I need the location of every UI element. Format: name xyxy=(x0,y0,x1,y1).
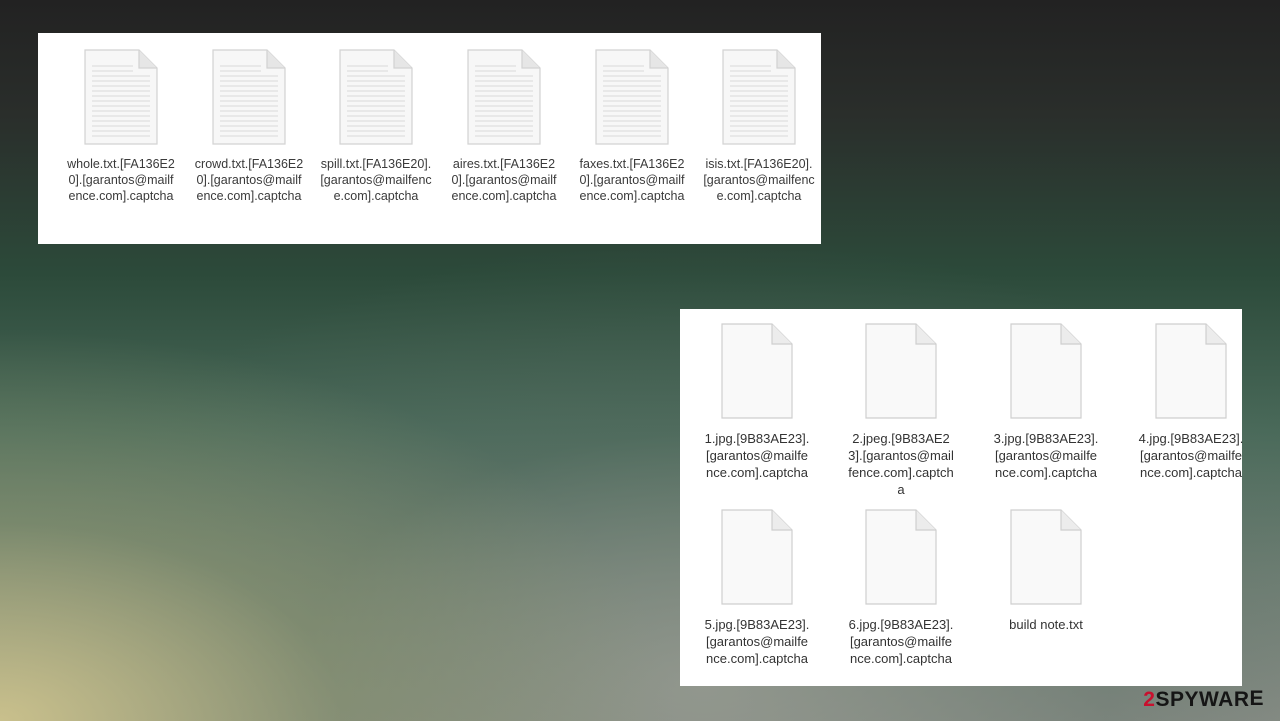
file-item[interactable]: 5.jpg.[9B83AE23].[garantos@mailfence.com… xyxy=(688,508,826,667)
file-item[interactable]: spill.txt.[FA136E20].[garantos@mailfence… xyxy=(312,48,440,204)
file-name: 2.jpeg.[9B83AE23].[garantos@mailfence.co… xyxy=(848,431,954,497)
blank-file-icon xyxy=(721,323,793,419)
file-name: whole.txt.[FA136E20].[garantos@mailfence… xyxy=(67,157,175,203)
file-name: crowd.txt.[FA136E20].[garantos@mailfence… xyxy=(194,157,304,203)
blank-file-icon xyxy=(865,509,937,605)
blank-file-icon xyxy=(721,509,793,605)
text-document-icon xyxy=(722,49,796,145)
blank-file-icon xyxy=(1010,509,1082,605)
file-item[interactable]: build note.txt xyxy=(977,508,1115,633)
blank-file-icon xyxy=(1010,323,1082,419)
blank-file-icon xyxy=(865,323,937,419)
watermark-logo: 2SPYWARE xyxy=(1143,687,1264,712)
blank-file-icon xyxy=(1155,323,1227,419)
file-item[interactable]: faxes.txt.[FA136E20].[garantos@mailfence… xyxy=(568,48,696,204)
watermark-digit: 2 xyxy=(1143,688,1156,711)
text-document-icon xyxy=(84,49,158,145)
file-name: 5.jpg.[9B83AE23].[garantos@mailfence.com… xyxy=(704,617,810,666)
encrypted-files-panel-bottom: 1.jpg.[9B83AE23].[garantos@mailfence.com… xyxy=(680,309,1243,686)
file-name: aires.txt.[FA136E20].[garantos@mailfence… xyxy=(451,157,557,203)
file-name: build note.txt xyxy=(1009,617,1083,632)
file-name: 3.jpg.[9B83AE23].[garantos@mailfence.com… xyxy=(993,431,1099,480)
text-document-icon xyxy=(339,49,413,145)
file-item[interactable]: 1.jpg.[9B83AE23].[garantos@mailfence.com… xyxy=(688,322,826,481)
file-item[interactable]: whole.txt.[FA136E20].[garantos@mailfence… xyxy=(57,48,185,204)
file-item[interactable]: 4.jpg.[9B83AE23].[garantos@mailfence.com… xyxy=(1122,322,1260,481)
file-name: faxes.txt.[FA136E20].[garantos@mailfence… xyxy=(579,157,685,203)
file-item[interactable]: 3.jpg.[9B83AE23].[garantos@mailfence.com… xyxy=(977,322,1115,481)
watermark-text: SPYWAR xyxy=(1155,688,1250,711)
watermark-suffix: E xyxy=(1249,687,1264,710)
text-document-icon xyxy=(467,49,541,145)
file-name: 6.jpg.[9B83AE23].[garantos@mailfence.com… xyxy=(848,617,954,666)
file-item[interactable]: crowd.txt.[FA136E20].[garantos@mailfence… xyxy=(185,48,313,204)
file-name: 4.jpg.[9B83AE23].[garantos@mailfence.com… xyxy=(1138,431,1244,480)
text-document-icon xyxy=(212,49,286,145)
file-item[interactable]: aires.txt.[FA136E20].[garantos@mailfence… xyxy=(440,48,568,204)
file-name: isis.txt.[FA136E20].[garantos@mailfence.… xyxy=(703,157,815,203)
text-document-icon xyxy=(595,49,669,145)
file-name: 1.jpg.[9B83AE23].[garantos@mailfence.com… xyxy=(704,431,810,480)
file-item[interactable]: 2.jpeg.[9B83AE23].[garantos@mailfence.co… xyxy=(832,322,970,498)
file-name: spill.txt.[FA136E20].[garantos@mailfence… xyxy=(320,157,432,203)
file-item[interactable]: 6.jpg.[9B83AE23].[garantos@mailfence.com… xyxy=(832,508,970,667)
file-item[interactable]: isis.txt.[FA136E20].[garantos@mailfence.… xyxy=(695,48,823,204)
encrypted-files-panel-top: whole.txt.[FA136E20].[garantos@mailfence… xyxy=(38,33,821,244)
